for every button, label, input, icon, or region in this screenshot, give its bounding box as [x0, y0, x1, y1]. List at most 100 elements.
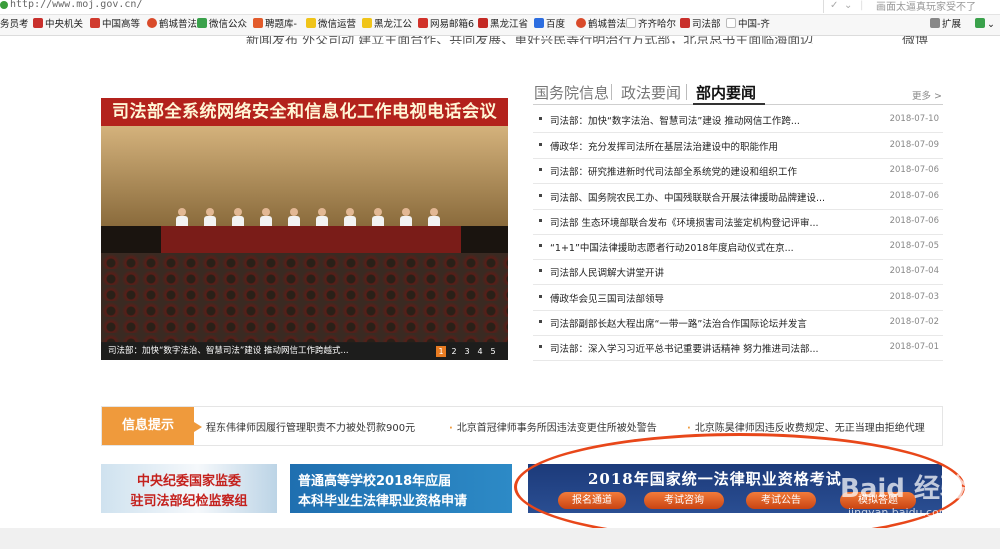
- news-item[interactable]: 司法部 生态环境部联合发布《环境损害司法鉴定机构登记评审... 2018-07-0…: [533, 209, 943, 235]
- tab-divider: [611, 84, 612, 100]
- tab-politics-law-news[interactable]: 政法要闻: [621, 82, 681, 103]
- check-icon[interactable]: ✓: [830, 0, 838, 11]
- bullet-icon: [539, 295, 542, 298]
- bookmark-item[interactable]: 中国-齐: [726, 18, 770, 32]
- bullet-icon: [539, 143, 542, 146]
- more-link[interactable]: 更多 >: [912, 88, 942, 102]
- seated-official: [316, 208, 328, 228]
- ticker-item[interactable]: · 北京首冠律师事务所因违法变更住所被处警告: [449, 419, 657, 434]
- meeting-banner: 司法部全系统网络安全和信息化工作电视电话会议: [101, 98, 508, 126]
- news-item[interactable]: 司法部：加快“数字法治、智慧司法”建设 推动网信工作跨... 2018-07-10: [533, 107, 943, 133]
- news-item[interactable]: “1+1”中国法律援助志愿者行动2018年度启动仪式在京... 2018-07-0…: [533, 234, 943, 260]
- carousel-page-1[interactable]: 1: [436, 346, 446, 357]
- tab-divider: [686, 84, 687, 100]
- info-label: 信息提示: [102, 407, 202, 445]
- seated-official: [232, 208, 244, 228]
- url-text[interactable]: http://www.moj.gov.cn/: [10, 0, 142, 10]
- photo-caption[interactable]: 司法部：加快“数字法治、智慧司法”建设 推动网信工作跨越式...: [108, 344, 349, 356]
- page-icon: [726, 18, 736, 28]
- bookmark-item[interactable]: 中央机关: [33, 18, 83, 32]
- emblem-icon: [33, 18, 43, 28]
- bookmark-item[interactable]: 司法部: [680, 18, 721, 32]
- folder-icon: [362, 18, 372, 28]
- stage-backdrop: [101, 126, 508, 226]
- photo-carousel[interactable]: 司法部全系统网络安全和信息化工作电视电话会议 司法部：加快“数字法治、智慧司法”…: [101, 98, 508, 360]
- folder-icon: [306, 18, 316, 28]
- tab-ministry-news[interactable]: 部内要闻: [696, 82, 756, 103]
- address-bar[interactable]: http://www.moj.gov.cn/ ✓ ⌄ | 画面太逼真玩家受不了: [0, 0, 1000, 15]
- bookmark-item[interactable]: 黑龙江公: [362, 18, 412, 32]
- discipline-inspection-banner[interactable]: 中央纪委国家监委 驻司法部纪检监察组: [101, 464, 277, 513]
- news-item[interactable]: 司法部：研究推进新时代司法部全系统党的建设和组织工作 2018-07-06: [533, 158, 943, 184]
- bookmarks-bar: 务员考 中央机关 中国高等 鹤城普法 微信公众 聘题库- 微信运营 黑龙江公 网…: [0, 15, 1000, 36]
- bookmark-item[interactable]: 中国高等: [90, 18, 140, 32]
- site-icon: [576, 18, 586, 28]
- bullet-icon: [539, 194, 542, 197]
- bookmark-item[interactable]: 鹤城普法: [576, 18, 626, 32]
- bookmark-item[interactable]: 聘题库-: [253, 18, 297, 32]
- seated-official: [260, 208, 272, 228]
- main-nav-cutoff: 新闻发布 外交司动 建立主面合作、共同发展、重好兴民等行明治行方式部，北京总书主…: [0, 36, 1000, 44]
- seated-official: [204, 208, 216, 228]
- audience-crowd: [101, 253, 508, 343]
- baidu-watermark-url: jingyan.baidu.com: [848, 506, 950, 519]
- bullet-icon: [539, 345, 542, 348]
- bullet-icon: [539, 117, 542, 120]
- site-icon: [147, 18, 157, 28]
- chevron-down-icon[interactable]: ⌄: [844, 0, 852, 11]
- news-item[interactable]: 司法部：深入学习习近平总书记重要讲话精神 努力推进司法部... 2018-07-0…: [533, 335, 943, 361]
- news-item[interactable]: 司法部、国务院农民工办、中国残联联合开展法律援助品牌建设... 2018-07-0…: [533, 184, 943, 210]
- banner-line: 中央纪委国家监委: [136, 474, 241, 489]
- carousel-page-5[interactable]: 5: [488, 346, 498, 357]
- ticker-item[interactable]: 程东伟律师因履行管理职责不力被处罚款900元: [206, 419, 415, 434]
- active-tab-indicator: [693, 103, 765, 105]
- bullet-icon: [539, 244, 542, 247]
- tab-state-council-info[interactable]: 国务院信息: [534, 82, 609, 103]
- page-icon: [626, 18, 636, 28]
- site-icon: [253, 18, 263, 28]
- carousel-page-4[interactable]: 4: [475, 346, 485, 357]
- extensions-button[interactable]: 扩展: [930, 18, 961, 32]
- bookmark-item[interactable]: 务员考: [0, 18, 29, 32]
- photo-caption-bar: 司法部：加快“数字法治、智慧司法”建设 推动网信工作跨越式... 1 2 3 4…: [101, 342, 508, 360]
- seated-official: [372, 208, 384, 228]
- site-icon: [197, 18, 207, 28]
- nav-text[interactable]: 微博: [902, 36, 928, 44]
- news-item[interactable]: 司法部人民调解大讲堂开讲 2018-07-04: [533, 259, 943, 285]
- mail-icon: [418, 18, 428, 28]
- bullet-icon: [539, 320, 542, 323]
- shield-icon[interactable]: ⌄: [975, 18, 995, 32]
- bullet-icon: [539, 219, 542, 222]
- banner-line: 驻司法部纪检监察组: [130, 494, 248, 509]
- globe-icon: [0, 1, 8, 9]
- bookmark-item[interactable]: 百度: [534, 18, 565, 32]
- paw-icon: [534, 18, 544, 28]
- ticker-item[interactable]: · 北京陈昊律师因违反收费规定、无正当理由拒绝代理: [687, 419, 925, 434]
- seated-official: [176, 208, 188, 228]
- banner-line: 本科毕业生法律职业资格申请: [298, 494, 468, 509]
- page-footer-strip: [0, 528, 1000, 549]
- bullet-icon: [539, 168, 542, 171]
- stage-table: [161, 226, 461, 256]
- seated-official: [344, 208, 356, 228]
- carousel-page-3[interactable]: 3: [462, 346, 472, 357]
- nav-text[interactable]: 新闻发布 外交司动 建立主面合作、共同发展、重好兴民等行明治行方式部，北京总书主…: [246, 36, 813, 44]
- news-item[interactable]: 傅政华：充分发挥司法所在基层法治建设中的职能作用 2018-07-09: [533, 133, 943, 159]
- bookmark-item[interactable]: 齐齐哈尔: [626, 18, 676, 32]
- news-item[interactable]: 傅政华会见三国司法部领导 2018-07-03: [533, 285, 943, 311]
- graduate-qualification-banner[interactable]: 普通高等学校2018年应届 本科毕业生法律职业资格申请: [290, 464, 512, 513]
- search-box-text[interactable]: 画面太逼真玩家受不了: [876, 0, 976, 13]
- news-item[interactable]: 司法部副部长赵大程出席“一带一路”法治合作国际论坛并发言 2018-07-02: [533, 310, 943, 336]
- carousel-page-2[interactable]: 2: [449, 346, 459, 357]
- bookmark-item[interactable]: 微信公众: [197, 18, 247, 32]
- bookmark-item[interactable]: 网易邮箱6: [418, 18, 474, 32]
- emblem-icon: [680, 18, 690, 28]
- seated-official: [428, 208, 440, 228]
- bookmark-item[interactable]: 微信运营: [306, 18, 356, 32]
- bullet-icon: [539, 269, 542, 272]
- bookmark-item[interactable]: 鹤城普法: [147, 18, 197, 32]
- emblem-icon: [478, 18, 488, 28]
- bookmark-item[interactable]: 黑龙江省: [478, 18, 528, 32]
- divider: |: [860, 0, 864, 11]
- emblem-icon: [90, 18, 100, 28]
